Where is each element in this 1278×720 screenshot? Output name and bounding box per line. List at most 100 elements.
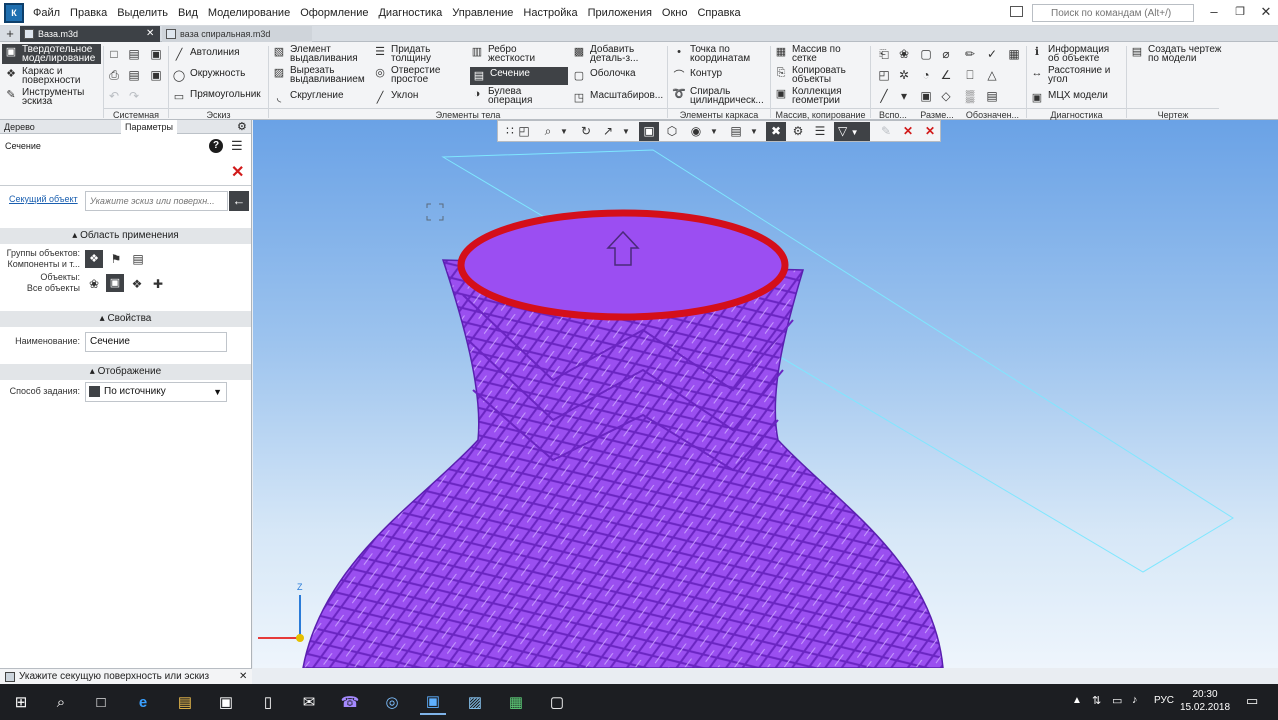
zoom-fit-icon[interactable]: ◰	[516, 123, 532, 139]
rotate-icon[interactable]: ↻	[578, 123, 594, 139]
section-display-header[interactable]: ▴ Отображение	[0, 364, 251, 380]
task-view-icon[interactable]: □	[88, 689, 114, 715]
datum-icon[interactable]: △	[984, 67, 1000, 83]
cut-extrude-button[interactable]: ▨ Вырезать выдавливанием	[272, 66, 368, 86]
new-tab-icon[interactable]: +	[3, 26, 17, 42]
point-coords-button[interactable]: • Точка по координатам	[672, 45, 764, 65]
preview-icon[interactable]: ▤	[126, 67, 142, 83]
geometry-collection-button[interactable]: ▣ Коллекция геометрии	[774, 87, 854, 107]
kompas-app-icon[interactable]: ▣	[420, 689, 446, 715]
aux-dropdown-icon[interactable]: ▾	[896, 88, 912, 104]
clock[interactable]: 20:30 15.02.2018	[1180, 688, 1230, 714]
app-c-icon[interactable]: ▢	[544, 689, 570, 715]
cancel-icon[interactable]: ✕	[231, 162, 244, 182]
roughness-icon[interactable]: ✓	[984, 46, 1000, 62]
app-logo-icon[interactable]: К	[4, 2, 24, 23]
menu-modeling[interactable]: Моделирование	[203, 0, 295, 26]
open-file-icon[interactable]: ▤	[126, 46, 142, 62]
autoline-button[interactable]: ╱ Автолиния	[172, 48, 240, 62]
doc-tab-spiral-vase[interactable]: ваза спиральная.m3d	[162, 26, 312, 42]
new-file-icon[interactable]: □	[106, 46, 122, 62]
close-status-icon[interactable]: ✕	[239, 669, 247, 685]
hide-icon[interactable]: ◉	[688, 123, 704, 139]
fillet-button[interactable]: ◟ Скругление	[272, 91, 344, 105]
save-icon[interactable]: ▣	[148, 46, 164, 62]
print-icon[interactable]: ⎙	[106, 67, 122, 83]
search-taskbar-icon[interactable]: ⌕	[48, 689, 74, 715]
boolean-button[interactable]: ◑ Булева операция	[470, 87, 558, 107]
help-icon[interactable]: ?	[209, 139, 223, 153]
copy-objects-button[interactable]: ⎘ Копировать объекты	[774, 66, 854, 86]
scope-multi-icon[interactable]: ❖	[129, 276, 145, 292]
scope-add-icon[interactable]: ✚	[150, 276, 166, 292]
close-button[interactable]: ✕	[1252, 2, 1278, 22]
arrow-left-icon[interactable]: ←	[229, 191, 249, 211]
vase-model-render[interactable]: Z	[253, 120, 1278, 668]
close-tab-icon[interactable]: ✕	[146, 26, 154, 42]
edit-icon[interactable]: ✎	[878, 123, 894, 139]
leader-icon[interactable]: ✏	[962, 46, 978, 62]
thicken-button[interactable]: ☰ Придать толщину	[373, 45, 461, 65]
hole-button[interactable]: ◎ Отверстие простое	[373, 66, 461, 86]
volume-icon[interactable]: ♪	[1132, 694, 1138, 706]
circle-button[interactable]: ◯ Окружность	[172, 69, 245, 83]
menu-diagnostics[interactable]: Диагностика	[373, 0, 447, 26]
rectangle-button[interactable]: ▭ Прямоугольник	[172, 90, 261, 104]
image-viewer-icon[interactable]: ▨	[462, 689, 488, 715]
battery-icon[interactable]: ▭	[1112, 694, 1122, 707]
menu-edit[interactable]: Правка	[65, 0, 112, 26]
panel-layout-icon[interactable]	[1010, 6, 1023, 17]
section-button[interactable]: ▤ Сечение	[470, 67, 568, 85]
store-icon[interactable]: ▣	[213, 689, 239, 715]
aux-offset-plane-icon[interactable]: ◰	[876, 67, 892, 83]
menu-applications[interactable]: Приложения	[583, 0, 657, 26]
tab-tree[interactable]: Дерево	[4, 120, 35, 134]
cutting-object-input[interactable]	[85, 191, 228, 211]
minimize-button[interactable]: –	[1200, 2, 1228, 22]
doc-tab-vase[interactable]: Ваза.m3d ✕	[20, 26, 160, 42]
filter-bodies-icon[interactable]: ⚙	[790, 123, 806, 139]
scope-selected-icon[interactable]: ▣	[106, 274, 124, 292]
scope-tree-icon[interactable]: ⚑	[108, 251, 124, 267]
menu-settings[interactable]: Настройка	[518, 0, 582, 26]
mode-solid-modeling[interactable]: ▣ Твердотельное моделирование	[2, 44, 101, 64]
menu-select[interactable]: Выделить	[112, 0, 173, 26]
cutting-object-link[interactable]: Секущий объект	[9, 194, 78, 204]
scope-body-icon[interactable]: ▤	[130, 251, 146, 267]
edge-icon[interactable]: e	[130, 689, 156, 715]
aux-plane-icon[interactable]: ⎗	[876, 46, 892, 62]
excel-icon[interactable]: ▦	[503, 689, 529, 715]
undo-icon[interactable]: ↶	[106, 88, 122, 104]
radius-dimension-icon[interactable]: ◔	[918, 67, 934, 83]
draft-button[interactable]: ╱ Уклон	[373, 91, 419, 105]
section-scope-header[interactable]: ▴ Область применения	[0, 228, 251, 244]
menu-view[interactable]: Вид	[173, 0, 203, 26]
tab-parameters[interactable]: Параметры	[121, 120, 177, 134]
hide-dropdown-icon[interactable]: ▼	[706, 123, 722, 139]
menu-file[interactable]: Файл	[28, 0, 65, 26]
distance-angle-button[interactable]: ↔ Расстояние и угол	[1030, 66, 1118, 86]
name-field[interactable]: Сечение	[85, 332, 227, 352]
helix-button[interactable]: ➰ Спираль цилиндрическ...	[672, 87, 766, 107]
object-info-button[interactable]: ℹ Информация об объекте	[1030, 45, 1118, 65]
aux-axis-icon[interactable]: ❀	[896, 46, 912, 62]
shell-button[interactable]: ▢ Оболочка	[572, 69, 636, 83]
selection-filter-icon[interactable]: ▽ ▼	[834, 122, 870, 141]
zoom-icon[interactable]: ⌕	[540, 123, 556, 139]
weld-icon[interactable]: ▦	[1006, 46, 1022, 62]
close-operation-icon[interactable]: ✕	[922, 123, 938, 139]
list-icon[interactable]: ☰	[231, 138, 243, 154]
scope-all-icon[interactable]: ❀	[86, 276, 102, 292]
section-properties-header[interactable]: ▴ Свойства	[0, 311, 251, 327]
aux-line-icon[interactable]: ╱	[876, 88, 892, 104]
redo-icon[interactable]: ↷	[126, 88, 142, 104]
linear-dimension-icon[interactable]: ▢	[918, 46, 934, 62]
tolerance-icon[interactable]: ⎕	[962, 67, 978, 83]
grid-array-button[interactable]: ▦ Массив по сетке	[774, 45, 854, 65]
mode-sketch-tools[interactable]: ✎ Инструменты эскиза	[2, 87, 101, 107]
marking-icon[interactable]: ▒	[962, 88, 978, 104]
panel-settings-icon[interactable]: ⚙	[237, 120, 247, 134]
method-select[interactable]: По источнику ▼	[85, 382, 227, 402]
contour-button[interactable]: ⌒ Контур	[672, 69, 723, 83]
tray-chevron-icon[interactable]: ▲	[1072, 695, 1082, 706]
